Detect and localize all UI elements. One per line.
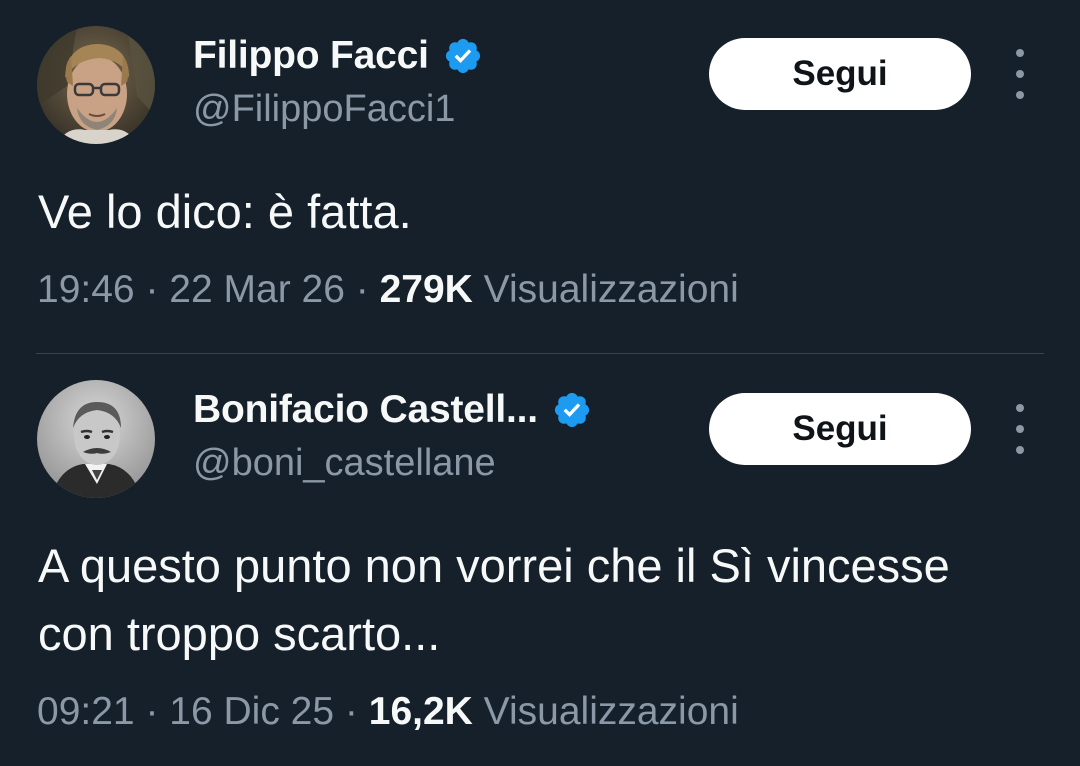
views-count[interactable]: 279K <box>380 268 473 311</box>
tweet-meta: 09:21 · 16 Dic 25 · 16,2K Visualizzazion… <box>37 690 739 734</box>
tweet-date[interactable]: 22 Mar 26 <box>169 268 345 311</box>
tweet-time[interactable]: 09:21 <box>37 690 135 733</box>
tweet[interactable]: Filippo Facci @FilippoFacci1 Segui Ve lo… <box>0 0 1080 353</box>
verified-badge-icon[interactable] <box>443 36 483 76</box>
avatar[interactable] <box>37 380 155 498</box>
tweet-text: A questo punto non vorrei che il Sì vinc… <box>38 539 950 660</box>
meta-separator: · <box>355 268 369 311</box>
tweet-date[interactable]: 16 Dic 25 <box>169 690 334 733</box>
views-label[interactable]: Visualizzazioni <box>484 690 739 733</box>
author-name-row[interactable]: Filippo Facci <box>193 33 483 79</box>
author-name[interactable]: Filippo Facci <box>193 34 429 78</box>
more-vertical-icon[interactable] <box>1008 49 1032 99</box>
views-label[interactable]: Visualizzazioni <box>484 268 739 311</box>
tweet-text: Ve lo dico: è fatta. <box>38 185 412 238</box>
tweet-meta: 19:46 · 22 Mar 26 · 279K Visualizzazioni <box>37 268 739 312</box>
author-name[interactable]: Bonifacio Castell... <box>193 388 538 432</box>
follow-button[interactable]: Segui <box>709 38 971 110</box>
author-handle[interactable]: @boni_castellane <box>193 442 496 485</box>
more-vertical-icon[interactable] <box>1008 404 1032 454</box>
tweet-time[interactable]: 19:46 <box>37 268 135 311</box>
avatar-photo <box>37 26 155 144</box>
views-count[interactable]: 16,2K <box>369 690 473 733</box>
meta-separator: · <box>145 268 159 311</box>
author-handle[interactable]: @FilippoFacci1 <box>193 88 455 131</box>
avatar-photo <box>37 380 155 498</box>
avatar[interactable] <box>37 26 155 144</box>
author-name-row[interactable]: Bonifacio Castell... <box>193 387 592 433</box>
meta-separator: · <box>145 690 159 733</box>
follow-button[interactable]: Segui <box>709 393 971 465</box>
verified-badge-icon[interactable] <box>552 390 592 430</box>
meta-separator: · <box>344 690 358 733</box>
tweet[interactable]: Bonifacio Castell... @boni_castellane Se… <box>0 354 1080 766</box>
